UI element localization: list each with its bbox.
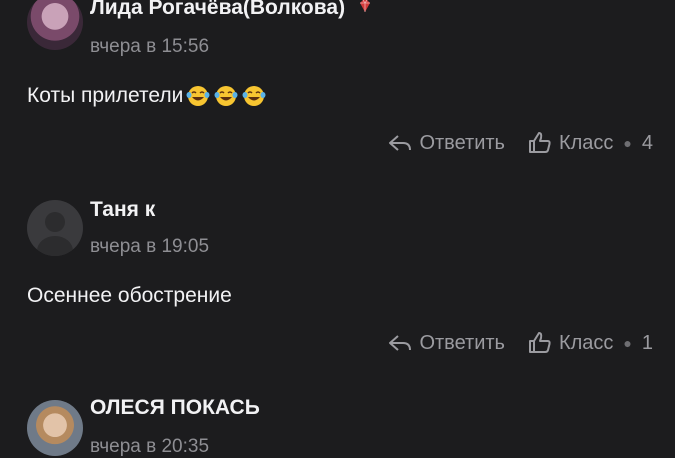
comment-actions: Ответить Класс ● 4 (365, 131, 653, 155)
separator-dot: ● (623, 335, 632, 351)
author-name[interactable]: Лида Рогачёва(Волкова) (90, 0, 373, 20)
reply-button[interactable]: Ответить (387, 132, 505, 155)
author-name[interactable]: Таня к (90, 198, 155, 222)
like-count[interactable]: 4 (642, 132, 653, 155)
like-label: Класс (558, 131, 614, 154)
thumbs-up-icon (528, 332, 551, 353)
avatar[interactable] (27, 200, 83, 256)
thumbs-up-icon (528, 132, 551, 153)
laughing-emoji-icon (241, 85, 267, 107)
like-button[interactable]: Класс (527, 131, 613, 155)
reply-icon (389, 135, 412, 151)
comment-actions: Ответить Класс ● 1 (365, 331, 653, 355)
comment-time: вчера в 19:05 (90, 236, 210, 257)
avatar[interactable] (27, 0, 83, 50)
separator-dot: ● (623, 135, 632, 151)
like-label: Класс (558, 331, 614, 354)
reply-icon (389, 335, 412, 351)
avatar[interactable] (27, 400, 83, 456)
comment-time: вчера в 20:35 (90, 436, 210, 457)
reply-button[interactable]: Ответить (387, 332, 505, 355)
comment-text: Осеннее обострение (27, 284, 232, 307)
like-count[interactable]: 1 (642, 332, 653, 355)
laughing-emoji-icon (213, 85, 239, 107)
comment-text: Коты прилетели (27, 84, 267, 108)
reply-label: Ответить (419, 131, 505, 154)
author-name[interactable]: ОЛЕСЯ ПОКАСЬ (90, 396, 260, 420)
like-button[interactable]: Класс (527, 331, 613, 355)
author-name-label: Лида Рогачёва(Волкова) (90, 0, 346, 19)
comment-text-label: Коты прилетели (27, 84, 184, 107)
diamond-icon (357, 0, 373, 19)
comment-time: вчера в 15:56 (90, 36, 210, 57)
reply-label: Ответить (419, 331, 505, 354)
laughing-emoji-icon (185, 85, 211, 107)
